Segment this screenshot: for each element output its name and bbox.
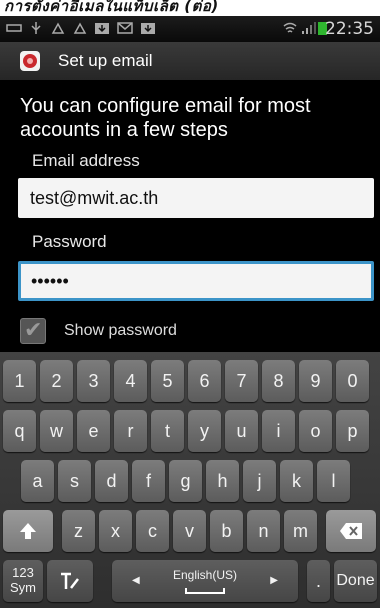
key-v[interactable]: v [173,510,206,552]
key-u[interactable]: u [225,410,258,452]
key-5[interactable]: 5 [151,360,184,402]
key-a[interactable]: a [21,460,54,502]
soft-keyboard: 1 2 3 4 5 6 7 8 9 0 q w e r t y u i o p … [0,352,380,608]
key-d[interactable]: d [95,460,128,502]
key-k[interactable]: k [280,460,313,502]
shift-icon [20,523,36,539]
arrow-left-icon: ◀ [132,575,140,586]
handwriting-icon [61,572,79,589]
key-o[interactable]: o [299,410,332,452]
key-m[interactable]: m [284,510,317,552]
key-g[interactable]: g [169,460,202,502]
arrow-right-icon: ▶ [270,575,278,586]
language-label: English(US) [172,568,238,582]
key-p[interactable]: p [336,410,369,452]
check-icon: ✔ [24,317,43,342]
backspace-icon [340,523,362,539]
space-bar-icon [185,588,225,594]
key-b[interactable]: b [210,510,243,552]
password-field[interactable]: •••••• [18,261,374,301]
key-h[interactable]: h [206,460,239,502]
intro-text: You can configure email for most account… [20,95,311,141]
key-n[interactable]: n [247,510,280,552]
thai-caption: การตั้งค่าอีเมลในแท็บเล็ต (ต่อ) [0,0,380,16]
key-7[interactable]: 7 [225,360,258,402]
download-icon [141,23,155,34]
show-password-checkbox[interactable]: ✔ [20,317,46,344]
space-key[interactable]: ◀ English(US) ▶ [112,560,298,602]
period-key[interactable]: . [307,560,330,602]
key-3[interactable]: 3 [77,360,110,402]
show-password-label: Show password [64,322,177,339]
sym-key[interactable]: 123 Sym [3,560,43,602]
mail-icon [117,22,133,34]
key-0[interactable]: 0 [336,360,369,402]
key-t[interactable]: t [151,410,184,452]
setup-form: You can configure email for most account… [0,80,380,352]
status-bar: 22:35 [0,16,380,42]
key-y[interactable]: y [188,410,221,452]
key-f[interactable]: f [132,460,165,502]
page-title: Set up email [58,51,153,70]
shift-key[interactable] [3,510,53,552]
android-icon [51,22,65,34]
key-8[interactable]: 8 [262,360,295,402]
email-label: Email address [32,151,140,170]
key-9[interactable]: 9 [299,360,332,402]
key-2[interactable]: 2 [40,360,73,402]
key-1[interactable]: 1 [3,360,36,402]
caption-text: การตั้งค่าอีเมลในแท็บเล็ต (ต่อ) [4,0,219,15]
key-e[interactable]: e [77,410,110,452]
done-key[interactable]: Done [334,560,377,602]
title-bar: Set up email [0,42,380,81]
backspace-key[interactable] [326,510,376,552]
key-r[interactable]: r [114,410,147,452]
usb-icon [6,24,22,32]
key-i[interactable]: i [262,410,295,452]
key-w[interactable]: w [40,410,73,452]
key-x[interactable]: x [99,510,132,552]
key-q[interactable]: q [3,410,36,452]
android-icon [73,22,87,34]
handwriting-key[interactable] [47,560,93,602]
key-s[interactable]: s [58,460,91,502]
password-label: Password [32,232,107,251]
usb-connection-icon [31,22,41,34]
email-field[interactable]: test@mwit.ac.th [18,178,374,218]
signal-icon [302,22,316,34]
email-app-icon [20,51,40,71]
key-j[interactable]: j [243,460,276,502]
wifi-icon [283,22,297,33]
key-z[interactable]: z [62,510,95,552]
key-c[interactable]: c [136,510,169,552]
key-l[interactable]: l [317,460,350,502]
clock-time: 22:35 [325,19,374,39]
key-6[interactable]: 6 [188,360,221,402]
download-icon [95,23,109,34]
key-4[interactable]: 4 [114,360,147,402]
